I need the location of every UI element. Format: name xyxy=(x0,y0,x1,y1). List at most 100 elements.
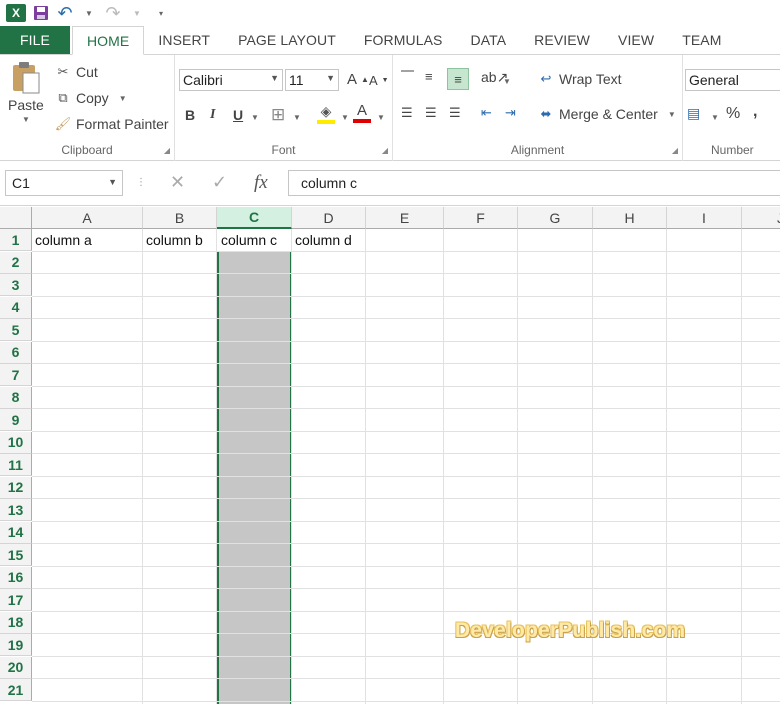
row-header-1[interactable]: 1 xyxy=(0,229,32,251)
row-header-13[interactable]: 13 xyxy=(0,499,32,521)
increase-font-size-icon[interactable]: A ▲ xyxy=(347,71,369,88)
decrease-indent-icon[interactable]: ⇤ xyxy=(481,105,492,121)
row-header-12[interactable]: 12 xyxy=(0,476,32,499)
customize-qat-icon[interactable]: ▾ xyxy=(152,2,170,24)
row-header-19[interactable]: 19 xyxy=(0,634,32,656)
accounting-dropdown-icon[interactable]: ▼ xyxy=(711,113,719,122)
redo-dropdown-icon[interactable]: ▼ xyxy=(128,2,146,24)
cell-b1[interactable]: column b xyxy=(143,229,216,251)
select-all-corner[interactable] xyxy=(0,207,32,229)
row-header-17[interactable]: 17 xyxy=(0,589,32,611)
row-header-2[interactable]: 2 xyxy=(0,251,32,274)
cancel-icon[interactable]: ✕ xyxy=(170,172,185,193)
row-header-10[interactable]: 10 xyxy=(0,431,32,454)
row-header-5[interactable]: 5 xyxy=(0,319,32,341)
enter-icon[interactable]: ✓ xyxy=(212,172,227,193)
font-launcher-icon[interactable]: ◢ xyxy=(382,146,388,155)
underline-dropdown-icon[interactable]: ▼ xyxy=(251,113,259,122)
column-header-i[interactable]: I xyxy=(667,207,742,229)
tab-page-layout[interactable]: PAGE LAYOUT xyxy=(224,26,350,54)
row-header-15[interactable]: 15 xyxy=(0,544,32,566)
bold-button[interactable]: B xyxy=(185,107,195,123)
tab-home[interactable]: HOME xyxy=(71,26,145,55)
cell-d1[interactable]: column d xyxy=(292,229,366,251)
undo-dropdown-icon[interactable]: ▼ xyxy=(80,2,98,24)
font-color-dropdown-icon[interactable]: ▼ xyxy=(377,113,385,122)
row-header-7[interactable]: 7 xyxy=(0,364,32,386)
row-header-21[interactable]: 21 xyxy=(0,679,32,701)
borders-icon[interactable]: ⊞ xyxy=(271,105,285,125)
fill-color-dropdown-icon[interactable]: ▼ xyxy=(341,113,349,122)
tab-review[interactable]: REVIEW xyxy=(520,26,604,54)
font-color-icon[interactable]: A xyxy=(353,102,371,123)
tab-data[interactable]: DATA xyxy=(457,26,521,54)
formula-bar-grip-icon[interactable]: ⋮ xyxy=(136,177,146,188)
align-center-icon[interactable]: ☰ xyxy=(425,105,437,121)
tab-view[interactable]: VIEW xyxy=(604,26,668,54)
orientation-dropdown-icon[interactable]: ▼ xyxy=(503,77,511,86)
column-header-g[interactable]: G xyxy=(518,207,593,229)
row-header-8[interactable]: 8 xyxy=(0,386,32,409)
alignment-launcher-icon[interactable]: ◢ xyxy=(672,146,678,155)
cut-button[interactable]: ✂ Cut xyxy=(54,63,98,81)
column-header-b[interactable]: B xyxy=(143,207,217,229)
worksheet-grid[interactable]: ABCDEFGHIJ 12345678910111213141516171819… xyxy=(0,207,780,704)
underline-button[interactable]: U xyxy=(233,107,243,123)
row-header-16[interactable]: 16 xyxy=(0,566,32,589)
row-header-9[interactable]: 9 xyxy=(0,409,32,431)
tab-team[interactable]: TEAM xyxy=(668,26,735,54)
fill-color-icon[interactable]: ◈ xyxy=(317,103,335,124)
copy-button[interactable]: ⧉ Copy ▼ xyxy=(54,89,127,107)
row-header-14[interactable]: 14 xyxy=(0,521,32,544)
redo-icon[interactable]: ↷ xyxy=(104,2,122,24)
align-right-icon[interactable]: ☰ xyxy=(449,105,461,121)
decrease-font-size-icon[interactable]: A ▼ xyxy=(369,73,389,88)
comma-button[interactable]: , xyxy=(753,103,757,121)
format-painter-button[interactable]: 🖌 Format Painter xyxy=(54,115,169,133)
cell-c1[interactable]: column c xyxy=(218,229,291,251)
copy-dropdown-icon[interactable]: ▼ xyxy=(119,94,127,103)
italic-button[interactable]: I xyxy=(210,107,215,123)
column-header-d[interactable]: D xyxy=(292,207,366,229)
tab-insert[interactable]: INSERT xyxy=(144,26,224,54)
merge-dropdown-icon[interactable]: ▼ xyxy=(668,110,676,119)
borders-dropdown-icon[interactable]: ▼ xyxy=(293,113,301,122)
column-header-e[interactable]: E xyxy=(366,207,444,229)
font-size-dropdown[interactable]: 11 ▼ xyxy=(285,69,339,91)
column-header-h[interactable]: H xyxy=(593,207,667,229)
wrap-text-button[interactable]: ↩ Wrap Text xyxy=(537,70,622,88)
row-header-6[interactable]: 6 xyxy=(0,341,32,364)
middle-align-icon[interactable]: ≡ xyxy=(425,69,433,84)
row-gridline xyxy=(32,475,780,477)
column-header-a[interactable]: A xyxy=(32,207,143,229)
number-format-dropdown[interactable]: General xyxy=(685,69,780,91)
formula-input[interactable]: column c xyxy=(288,170,780,196)
row-gridline xyxy=(32,295,780,297)
column-header-f[interactable]: F xyxy=(444,207,518,229)
row-header-4[interactable]: 4 xyxy=(0,296,32,319)
clipboard-launcher-icon[interactable]: ◢ xyxy=(164,146,170,155)
paste-dropdown-icon[interactable]: ▼ xyxy=(22,115,30,124)
paste-button[interactable]: Paste ▼ xyxy=(8,61,44,124)
column-header-c[interactable]: C xyxy=(217,207,292,229)
save-icon[interactable] xyxy=(32,2,50,24)
percent-button[interactable]: % xyxy=(726,105,740,123)
tab-formulas[interactable]: FORMULAS xyxy=(350,26,457,54)
row-header-18[interactable]: 18 xyxy=(0,611,32,634)
bottom-align-icon[interactable]: ≡ xyxy=(447,68,469,90)
increase-indent-icon[interactable]: ⇥ xyxy=(505,105,516,121)
row-header-20[interactable]: 20 xyxy=(0,656,32,679)
name-box[interactable]: C1 ▼ xyxy=(5,170,123,196)
font-name-dropdown[interactable]: Calibri ▼ xyxy=(179,69,283,91)
accounting-format-icon[interactable]: ▤ xyxy=(687,105,700,122)
row-header-11[interactable]: 11 xyxy=(0,454,32,476)
align-left-icon[interactable]: ☰ xyxy=(401,105,413,121)
tab-file[interactable]: FILE xyxy=(0,26,70,54)
cell-a1[interactable]: column a xyxy=(32,229,142,251)
insert-function-icon[interactable]: fx xyxy=(254,172,268,194)
undo-icon[interactable]: ↶ xyxy=(56,2,74,24)
merge-center-button[interactable]: ⬌ Merge & Center ▼ xyxy=(537,105,676,123)
row-header-3[interactable]: 3 xyxy=(0,274,32,296)
top-align-icon[interactable]: ⎺ xyxy=(401,69,414,85)
column-header-j[interactable]: J xyxy=(742,207,780,229)
